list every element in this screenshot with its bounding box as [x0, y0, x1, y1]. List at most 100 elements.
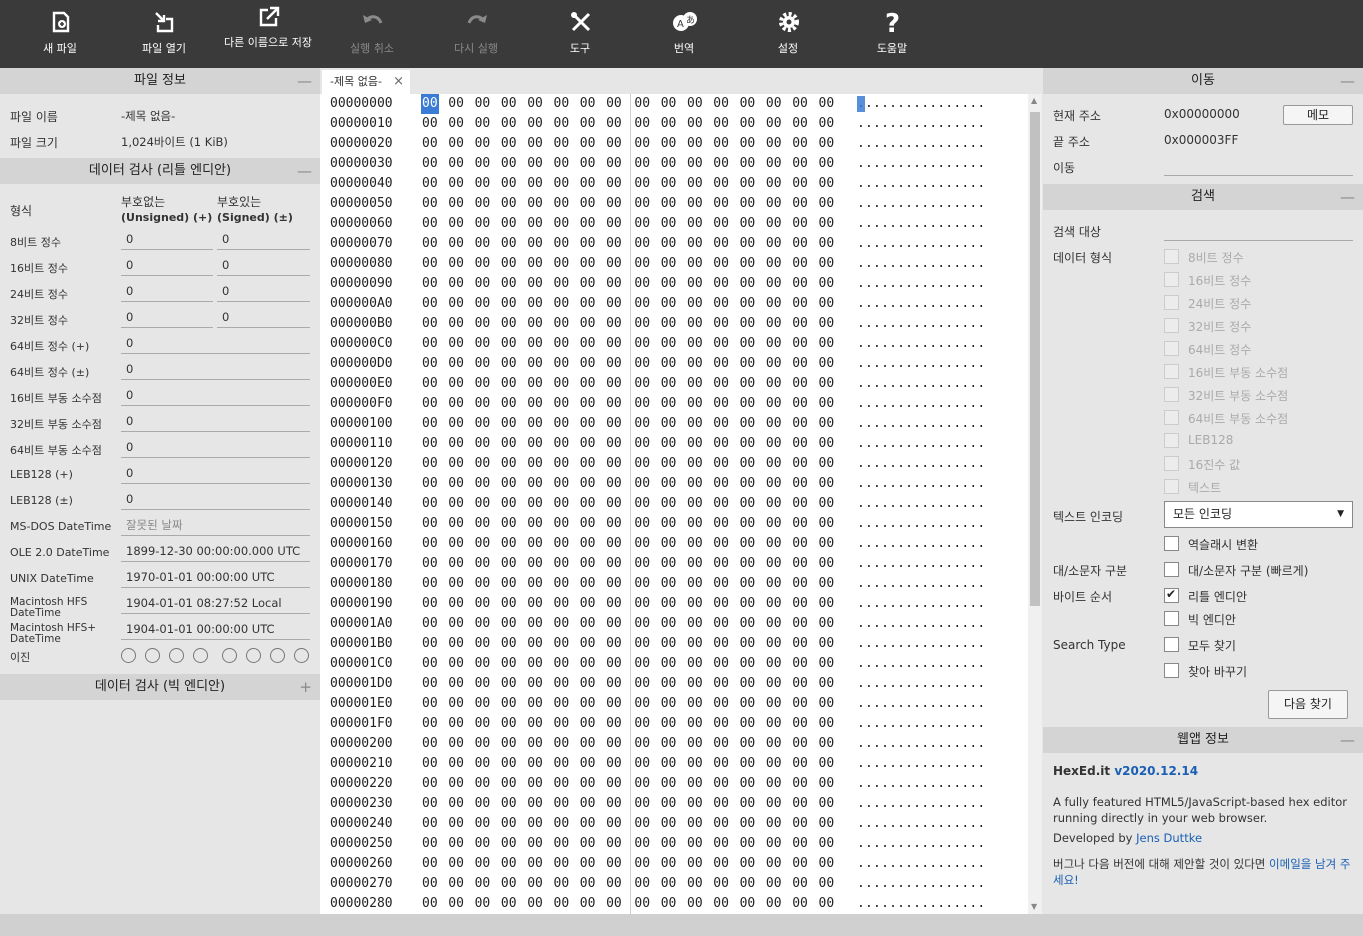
hex-byte[interactable]: 00 [527, 754, 543, 774]
hex-byte[interactable]: 00 [448, 854, 464, 874]
hex-byte[interactable]: 00 [527, 294, 543, 314]
hex-byte[interactable]: 00 [580, 834, 596, 854]
hex-byte[interactable]: 00 [740, 294, 756, 314]
hex-byte[interactable]: 00 [422, 394, 438, 414]
hex-byte[interactable]: 00 [661, 474, 677, 494]
format-checkbox[interactable] [1164, 249, 1179, 264]
hex-byte[interactable]: 00 [687, 434, 703, 454]
hex-byte[interactable]: 00 [448, 794, 464, 814]
hex-byte[interactable]: 00 [792, 474, 808, 494]
hex-byte[interactable]: 00 [501, 174, 517, 194]
hex-byte[interactable]: 00 [819, 674, 835, 694]
hex-byte[interactable]: 00 [687, 574, 703, 594]
hex-byte[interactable]: 00 [580, 94, 596, 114]
hex-byte[interactable]: 00 [740, 834, 756, 854]
hex-byte[interactable]: 00 [713, 734, 729, 754]
hex-byte[interactable]: 00 [501, 654, 517, 674]
hex-byte[interactable]: 00 [554, 814, 570, 834]
signed-value-field[interactable]: 0 [217, 306, 310, 328]
hex-byte[interactable]: 00 [634, 314, 650, 334]
collapse-icon[interactable]: — [297, 158, 312, 184]
hex-byte[interactable]: 00 [687, 794, 703, 814]
case-checkbox[interactable] [1164, 562, 1179, 577]
hex-byte[interactable]: 00 [580, 374, 596, 394]
hex-byte[interactable]: 00 [634, 254, 650, 274]
hex-byte[interactable]: 00 [580, 454, 596, 474]
hex-byte[interactable]: 00 [687, 154, 703, 174]
hex-byte[interactable]: 00 [713, 254, 729, 274]
bit-toggle[interactable] [246, 648, 261, 663]
hex-byte[interactable]: 00 [448, 394, 464, 414]
hex-byte[interactable]: 00 [606, 734, 622, 754]
hex-byte[interactable]: 00 [448, 114, 464, 134]
hex-byte[interactable]: 00 [422, 794, 438, 814]
hex-byte[interactable]: 00 [501, 534, 517, 554]
hex-byte[interactable]: 00 [713, 534, 729, 554]
hex-byte[interactable]: 00 [606, 174, 622, 194]
hex-byte[interactable]: 00 [448, 874, 464, 894]
hex-byte[interactable]: 00 [713, 394, 729, 414]
hex-byte[interactable]: 00 [554, 374, 570, 394]
hex-byte[interactable]: 00 [661, 294, 677, 314]
hex-byte[interactable]: 00 [766, 634, 782, 654]
hex-byte[interactable]: 00 [422, 494, 438, 514]
hex-byte[interactable]: 00 [580, 634, 596, 654]
ascii-column[interactable]: ................ [857, 874, 985, 894]
hex-byte[interactable]: 00 [448, 694, 464, 714]
ascii-column[interactable]: ................ [857, 594, 985, 614]
hex-byte[interactable]: 00 [819, 114, 835, 134]
hex-byte[interactable]: 00 [634, 874, 650, 894]
hex-byte[interactable]: 00 [740, 654, 756, 674]
ascii-column[interactable]: ................ [857, 314, 985, 334]
hex-byte[interactable]: 00 [687, 714, 703, 734]
hex-byte[interactable]: 00 [606, 454, 622, 474]
hex-byte[interactable]: 00 [766, 554, 782, 574]
scroll-up-icon[interactable]: ▲ [1031, 96, 1037, 105]
ascii-column[interactable]: ................ [857, 434, 985, 454]
hex-byte[interactable]: 00 [580, 734, 596, 754]
ascii-column[interactable]: ................ [857, 214, 985, 234]
hex-byte[interactable]: 00 [792, 234, 808, 254]
hex-byte[interactable]: 00 [422, 314, 438, 334]
hex-byte[interactable]: 00 [448, 714, 464, 734]
find-all-checkbox[interactable] [1164, 637, 1179, 652]
hex-byte[interactable]: 00 [766, 594, 782, 614]
hex-byte[interactable]: 00 [661, 154, 677, 174]
ascii-column[interactable]: ................ [857, 574, 985, 594]
hex-byte[interactable]: 00 [687, 534, 703, 554]
hex-byte[interactable]: 00 [661, 754, 677, 774]
hex-byte[interactable]: 00 [422, 834, 438, 854]
hex-byte[interactable]: 00 [527, 774, 543, 794]
hex-byte[interactable]: 00 [580, 114, 596, 134]
hex-byte[interactable]: 00 [606, 814, 622, 834]
hex-byte[interactable]: 00 [501, 874, 517, 894]
hex-byte[interactable]: 00 [819, 414, 835, 434]
hex-byte[interactable]: 00 [819, 214, 835, 234]
inspector-value-field[interactable]: 0 [121, 488, 310, 510]
hex-byte[interactable]: 00 [554, 314, 570, 334]
hex-byte[interactable]: 00 [527, 514, 543, 534]
hex-byte[interactable]: 00 [766, 114, 782, 134]
hex-byte[interactable]: 00 [740, 274, 756, 294]
hex-byte[interactable]: 00 [687, 134, 703, 154]
hex-byte[interactable]: 00 [606, 854, 622, 874]
hex-byte[interactable]: 00 [501, 454, 517, 474]
hex-byte[interactable]: 00 [740, 714, 756, 734]
hex-byte[interactable]: 00 [713, 274, 729, 294]
new-file-button[interactable]: 새 파일 [8, 0, 112, 68]
hex-byte[interactable]: 00 [448, 734, 464, 754]
hex-byte[interactable]: 00 [766, 794, 782, 814]
ascii-column[interactable]: ................ [857, 534, 985, 554]
hex-byte[interactable]: 00 [448, 94, 464, 114]
hex-byte[interactable]: 00 [792, 834, 808, 854]
hex-byte[interactable]: 00 [713, 174, 729, 194]
ascii-column[interactable]: ................ [857, 774, 985, 794]
help-button[interactable]: ? 도움말 [840, 0, 944, 68]
hex-byte[interactable]: 00 [634, 654, 650, 674]
hex-byte[interactable]: 00 [422, 654, 438, 674]
hex-byte[interactable]: 00 [422, 454, 438, 474]
hex-byte[interactable]: 00 [687, 614, 703, 634]
search-header[interactable]: 검색 — [1043, 184, 1363, 210]
hex-byte[interactable]: 00 [606, 334, 622, 354]
hex-byte[interactable]: 00 [501, 394, 517, 414]
